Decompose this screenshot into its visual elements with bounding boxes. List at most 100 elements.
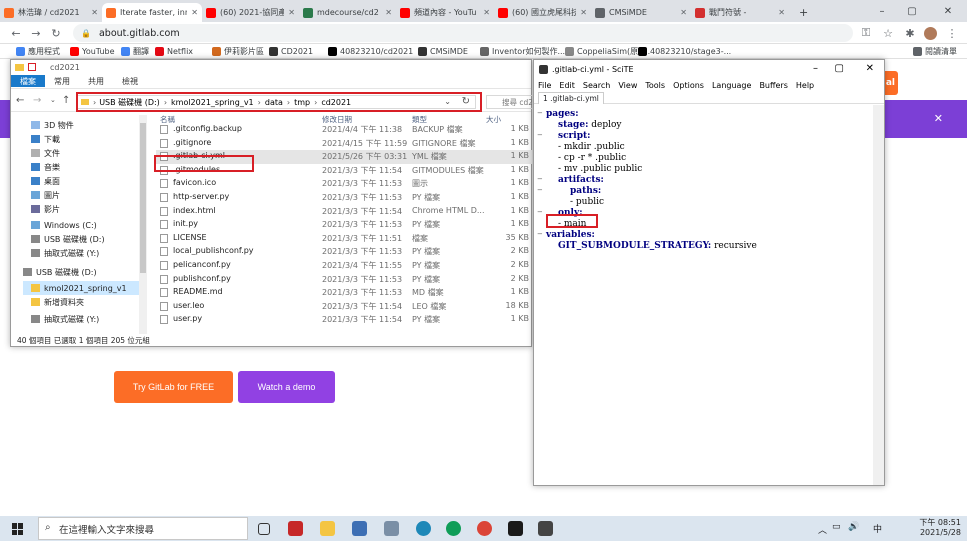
ribbon-tab-share[interactable]: 共用 [79,75,113,87]
nav-tree-item[interactable]: USB 磁碟機 (D:) [31,232,105,246]
file-row[interactable]: local_publishconf.py 2021/3/3 下午 11:53 PY … [156,245,532,259]
browser-tab[interactable]: Iterate faster, inn ✕ [102,3,202,22]
tab-close-icon[interactable]: ✕ [91,8,98,17]
tab-close-icon[interactable]: ✕ [778,8,785,17]
close-icon[interactable]: ✕ [866,63,874,74]
nav-tree-item[interactable]: Windows (C:) [31,218,97,232]
file-row[interactable]: publishconf.py 2021/3/3 下午 11:53 PY 檔案 2 KB [156,273,532,287]
ribbon-tab-view[interactable]: 檢視 [113,75,147,87]
star-icon[interactable]: ☆ [880,25,896,41]
extensions-icon[interactable]: ✱ [902,25,918,41]
menu-buffers[interactable]: Buffers [755,79,791,91]
bookmark-item[interactable]: 40823210/cd2021 [328,45,413,58]
tray-chevron-icon[interactable]: ︿ [818,523,827,536]
bookmark-item[interactable]: CD2021 [269,45,313,58]
file-row[interactable]: init.py 2021/3/3 下午 11:53 PY 檔案 1 KB [156,218,532,232]
tab-close-icon[interactable]: ✕ [191,8,198,17]
minimize-icon[interactable]: – [868,2,896,20]
task-view-icon[interactable] [258,523,270,535]
menu-edit[interactable]: Edit [555,79,579,91]
menu-language[interactable]: Language [708,79,755,91]
taskbar-search-input[interactable]: ⌕ 在這裡輸入文字來搜尋 [38,517,248,540]
volume-icon[interactable]: 🔊 [848,522,859,532]
file-row[interactable]: http-server.py 2021/3/3 下午 11:53 PY 檔案 1 KB [156,191,532,205]
file-row[interactable]: pelicanconf.py 2021/3/4 下午 11:55 PY 檔案 2 KB [156,259,532,273]
recent-chevron-icon[interactable]: ⌄ [50,96,56,104]
scite-file-tab[interactable]: 1 .gitlab-ci.yml [538,92,604,104]
editor-scrollbar[interactable] [873,105,884,485]
close-window-icon[interactable]: ✕ [934,2,962,20]
explorer-search-input[interactable]: 搜尋 cd2021 [486,95,533,109]
up-icon[interactable]: ↑ [62,95,70,106]
ribbon-tab-home[interactable]: 常用 [45,75,79,87]
check-icon[interactable] [28,63,36,71]
close-icon[interactable]: ✕ [934,112,943,125]
bookmark-item[interactable]: 伊莉影片區 [212,45,264,58]
bookmark-item[interactable]: 40823210/stage3-... [638,45,731,58]
bookmark-item[interactable]: Inventor如何製作... [480,45,565,58]
minimize-icon[interactable]: – [813,63,818,74]
address-bar[interactable]: 🔒 about.gitlab.com [73,24,853,42]
tab-close-icon[interactable]: ✕ [288,8,295,17]
nav-tree-item[interactable]: 影片 [31,202,60,216]
maximize-icon[interactable]: ▢ [835,63,844,74]
nav-tree-item[interactable]: 新增資料夾 [31,295,84,309]
try-gitlab-free-button[interactable]: Try GitLab for FREE [114,371,233,403]
fold-marker-icon[interactable]: − [537,186,543,197]
bookmark-item[interactable]: 應用程式 [16,45,60,58]
nav-tree-item[interactable]: kmol2021_spring_v1 [23,281,141,295]
browser-tab[interactable]: 林浩瑋 / cd2021 ✕ [0,3,102,22]
nav-tree-item[interactable]: 下載 [31,132,60,146]
back-icon[interactable]: ← [8,25,24,41]
terminal-icon[interactable] [508,521,523,536]
bookmark-item[interactable]: Netflix [155,45,193,58]
snipping-app-icon[interactable] [384,521,399,536]
nav-tree-item[interactable]: 音樂 [31,160,60,174]
taskbar-clock[interactable]: 下午 08:51 2021/5/28 [919,518,961,538]
key-icon[interactable]: ⚿ [858,25,874,41]
fold-marker-icon[interactable]: − [537,230,543,241]
browser-tab[interactable]: 頻道內容 - YouTu ✕ [396,3,494,22]
back-icon[interactable]: ← [16,95,24,106]
pen-app-icon[interactable] [352,521,367,536]
tab-close-icon[interactable]: ✕ [483,8,490,17]
browser-tab[interactable]: mdecourse/cd2 ✕ [299,3,396,22]
language-indicator[interactable]: 中 [873,522,882,535]
menu-help[interactable]: Help [792,79,818,91]
menu-options[interactable]: Options [669,79,708,91]
file-row[interactable]: user.py 2021/3/3 下午 11:54 PY 檔案 1 KB [156,313,532,327]
tab-close-icon[interactable]: ✕ [580,8,587,17]
file-row[interactable]: favicon.ico 2021/3/3 下午 11:53 圖示 1 KB [156,177,532,191]
browser-tab[interactable]: CMSiMDE ✕ [591,3,691,22]
nav-tree-item[interactable]: 抽取式磁碟 (Y:) [31,312,99,326]
avatar[interactable] [922,25,938,41]
browser-tab[interactable]: (60) 2021-協同產 ✕ [202,3,299,22]
bookmark-item[interactable]: 閱讀清單 [913,45,957,58]
browser-tab[interactable]: (60) 國立虎尾科技 ✕ [494,3,591,22]
menu-view[interactable]: View [614,79,641,91]
edge-icon[interactable] [416,521,431,536]
nav-tree-item[interactable]: 3D 物件 [31,118,74,132]
nav-tree-item[interactable]: 桌面 [31,174,60,188]
code-editor[interactable]: pages: stage: deploy script: - mkdir .publi… [534,105,874,485]
file-row[interactable]: README.md 2021/3/3 下午 11:53 MD 檔案 1 KB [156,286,532,300]
maximize-icon[interactable]: ▢ [898,2,926,20]
bookmark-item[interactable]: CMSiMDE [418,45,468,58]
tab-close-icon[interactable]: ✕ [680,8,687,17]
fold-marker-icon[interactable]: − [537,175,543,186]
chrome-icon[interactable] [477,521,492,536]
new-tab-button[interactable]: + [795,3,813,22]
file-row[interactable]: index.html 2021/3/3 下午 11:54 Chrome HTML D… [156,205,532,219]
file-row[interactable]: user.leo 2021/3/3 下午 11:54 LEO 檔案 18 KB [156,300,532,314]
scite-taskbar-icon[interactable] [538,521,553,536]
nav-tree-item[interactable]: 抽取式磁碟 (Y:) [31,246,99,260]
windows-start-icon[interactable] [12,523,24,535]
fold-marker-icon[interactable]: − [537,208,543,219]
bookmark-item[interactable]: 翻譯 [121,45,149,58]
menu-tools[interactable]: Tools [641,79,669,91]
menu-search[interactable]: Search [579,79,614,91]
file-row[interactable]: LICENSE 2021/3/3 下午 11:51 檔案 35 KB [156,232,532,246]
forward-icon[interactable]: → [33,95,41,106]
nav-scrollbar[interactable] [139,115,147,334]
forward-icon[interactable]: → [28,25,44,41]
